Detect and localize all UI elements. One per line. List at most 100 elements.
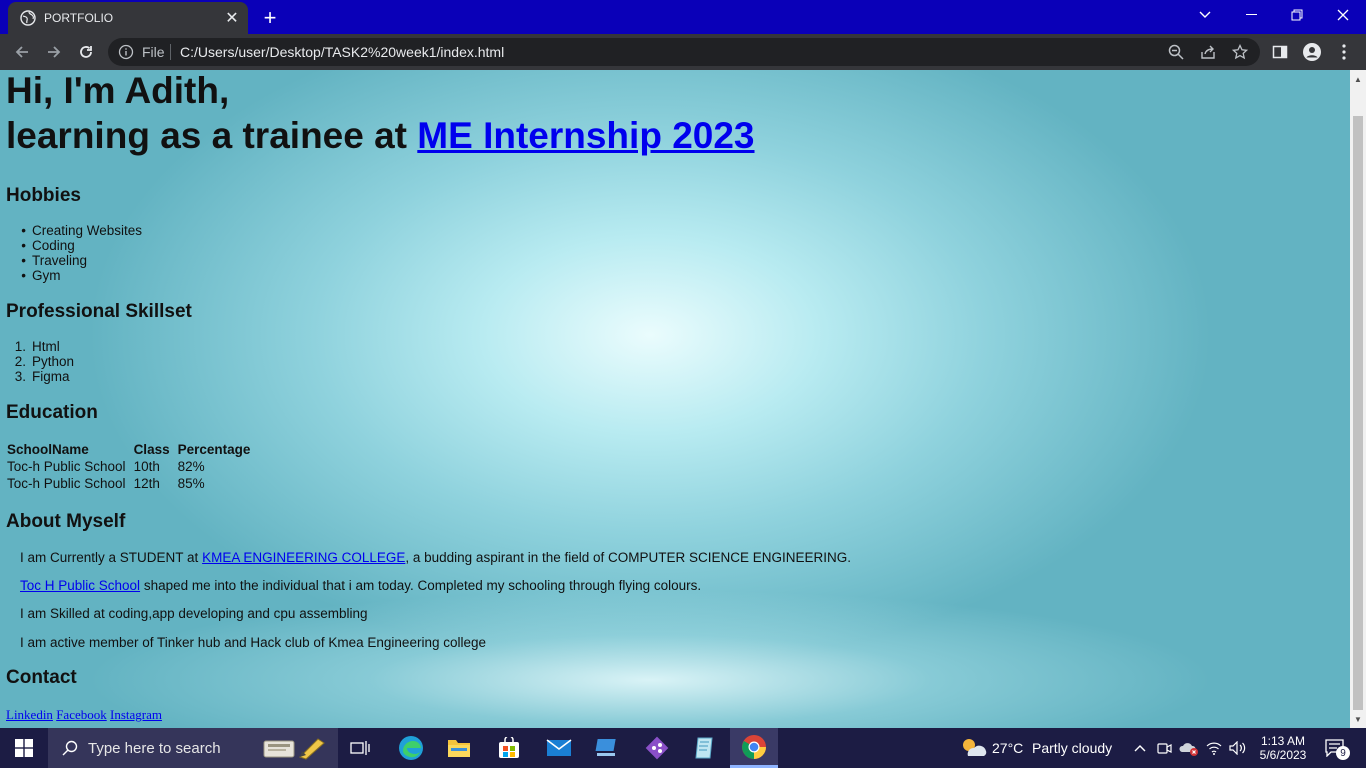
table-header-row: SchoolName Class Percentage — [7, 442, 256, 457]
reload-icon[interactable] — [72, 38, 100, 66]
edge-browser-icon[interactable] — [394, 728, 428, 768]
profile-avatar-icon[interactable] — [1298, 38, 1326, 66]
notification-badge: 9 — [1336, 746, 1350, 760]
back-arrow-icon[interactable] — [8, 38, 36, 66]
search-placeholder: Type here to search — [88, 739, 221, 757]
table-cell: 10th — [133, 459, 160, 474]
info-icon[interactable] — [118, 44, 134, 60]
taskbar-search-box[interactable]: Type here to search — [48, 728, 338, 768]
skills-heading: Professional Skillset — [6, 301, 192, 322]
heading-line-2: learning as a trainee at ME Internship 2… — [6, 113, 755, 158]
list-item: • Traveling — [21, 253, 88, 268]
window-close-icon[interactable] — [1320, 0, 1366, 30]
share-icon[interactable] — [1198, 42, 1218, 62]
skills-list: 1. Html 2. Python 3. Figma — [6, 339, 74, 384]
contact-heading: Contact — [6, 667, 77, 688]
about-heading: About Myself — [6, 511, 126, 532]
about-paragraph-4: I am active member of Tinker hub and Hac… — [20, 635, 486, 650]
file-explorer-icon[interactable] — [442, 728, 476, 768]
chevron-up-icon[interactable] — [1130, 728, 1150, 768]
task-view-icon[interactable] — [346, 728, 374, 768]
list-item: 2. Python — [14, 354, 75, 369]
about-paragraph-2: Toc H Public School shaped me into the i… — [20, 578, 702, 593]
list-item: 1. Html — [14, 339, 60, 354]
page-scrollbar[interactable]: ▲ ▼ — [1350, 70, 1366, 728]
column-header: Class — [133, 442, 170, 457]
address-divider — [170, 44, 171, 60]
onedrive-error-icon[interactable] — [1178, 728, 1200, 768]
linkedin-link[interactable]: Linkedin — [6, 707, 53, 722]
list-item: 3. Figma — [14, 369, 70, 384]
menu-kebab-icon[interactable] — [1330, 38, 1358, 66]
mail-icon[interactable] — [542, 728, 576, 768]
contact-links: Linkedin Facebook Instagram — [6, 707, 162, 723]
table-cell: 12th — [133, 476, 160, 491]
weather-temperature[interactable]: 27°C — [992, 728, 1023, 768]
clock-date: 5/6/2023 — [1259, 748, 1307, 762]
scroll-down-icon[interactable]: ▼ — [1350, 712, 1366, 726]
address-bar[interactable]: File C:/Users/user/Desktop/TASK2%20week1… — [108, 38, 1260, 66]
heading-prefix: learning as a trainee at — [6, 115, 408, 156]
about-paragraph-3: I am Skilled at coding,app developing an… — [20, 606, 368, 621]
clock[interactable]: 1:13 AM 5/6/2023 — [1252, 728, 1314, 768]
close-tab-icon[interactable]: ✕ — [222, 8, 242, 28]
facebook-link[interactable]: Facebook — [56, 707, 107, 722]
microsoft-store-icon[interactable] — [492, 728, 526, 768]
search-highlight-icon[interactable] — [262, 735, 330, 761]
new-tab-button[interactable]: + — [258, 5, 282, 30]
weather-partly-cloudy-icon[interactable] — [958, 728, 988, 768]
list-item: • Creating Websites — [21, 223, 143, 238]
table-cell: Toc-h Public School — [7, 459, 126, 474]
bookmark-star-icon[interactable] — [1230, 42, 1250, 62]
table-row: Toc-h Public School 10th 82% — [7, 459, 256, 474]
hobbies-heading: Hobbies — [6, 185, 81, 206]
side-panel-icon[interactable] — [1266, 38, 1294, 66]
page-heading: Hi, I'm Adith, learning as a trainee at … — [6, 70, 755, 158]
tab-search-chevron-icon[interactable] — [1182, 0, 1228, 30]
column-header: SchoolName — [7, 442, 89, 457]
start-windows-icon[interactable] — [0, 728, 48, 768]
heading-line-1: Hi, I'm Adith, — [6, 70, 230, 111]
weather-description[interactable]: Partly cloudy — [1032, 728, 1112, 768]
browser-tab-strip: PORTFOLIO ✕ + — [0, 0, 1366, 34]
wifi-icon[interactable] — [1204, 728, 1224, 768]
table-cell: 85% — [177, 476, 205, 491]
notes-app-icon[interactable] — [688, 728, 722, 768]
volume-icon[interactable] — [1228, 728, 1248, 768]
scrollbar-thumb[interactable] — [1353, 116, 1363, 710]
education-heading: Education — [6, 402, 98, 423]
forward-arrow-icon[interactable] — [40, 38, 68, 66]
browser-toolbar: File C:/Users/user/Desktop/TASK2%20week1… — [0, 34, 1366, 70]
education-table: SchoolName Class Percentage Toc-h Public… — [5, 440, 258, 493]
git-app-icon[interactable] — [640, 728, 674, 768]
remote-desktop-icon[interactable] — [590, 728, 624, 768]
list-item: • Gym — [21, 268, 61, 283]
windows-taskbar: Type here to search 27°C Partly cloudy 1… — [0, 728, 1366, 768]
browser-tab[interactable]: PORTFOLIO ✕ — [8, 2, 248, 34]
chrome-app-icon[interactable] — [730, 728, 778, 768]
meet-now-icon[interactable] — [1154, 728, 1174, 768]
table-cell: Toc-h Public School — [7, 476, 126, 491]
instagram-link[interactable]: Instagram — [110, 707, 162, 722]
internship-link[interactable]: ME Internship 2023 — [417, 115, 754, 156]
web-page: Hi, I'm Adith, learning as a trainee at … — [0, 70, 1350, 728]
table-row: Toc-h Public School 12th 85% — [7, 476, 256, 491]
kmea-college-link[interactable]: KMEA ENGINEERING COLLEGE — [202, 550, 405, 565]
toch-school-link[interactable]: Toc H Public School — [20, 578, 140, 593]
clock-time: 1:13 AM — [1260, 734, 1306, 748]
file-scheme-label: File — [142, 44, 165, 60]
minimize-icon[interactable] — [1228, 0, 1274, 30]
scroll-up-icon[interactable]: ▲ — [1350, 72, 1366, 86]
column-header: Percentage — [177, 442, 251, 457]
url-text[interactable]: C:/Users/user/Desktop/TASK2%20week1/inde… — [180, 44, 504, 60]
list-item: • Coding — [21, 238, 75, 253]
zoom-icon[interactable] — [1166, 42, 1186, 62]
globe-icon — [20, 10, 36, 26]
about-paragraph-1: I am Currently a STUDENT at KMEA ENGINEE… — [20, 550, 852, 565]
search-icon — [62, 740, 78, 756]
restore-icon[interactable] — [1274, 0, 1320, 30]
tab-title: PORTFOLIO — [44, 11, 114, 25]
table-cell: 82% — [177, 459, 205, 474]
notification-center-icon[interactable]: 9 — [1320, 728, 1350, 768]
hobbies-list: • Creating Websites • Coding • Traveling • G… — [6, 223, 142, 283]
